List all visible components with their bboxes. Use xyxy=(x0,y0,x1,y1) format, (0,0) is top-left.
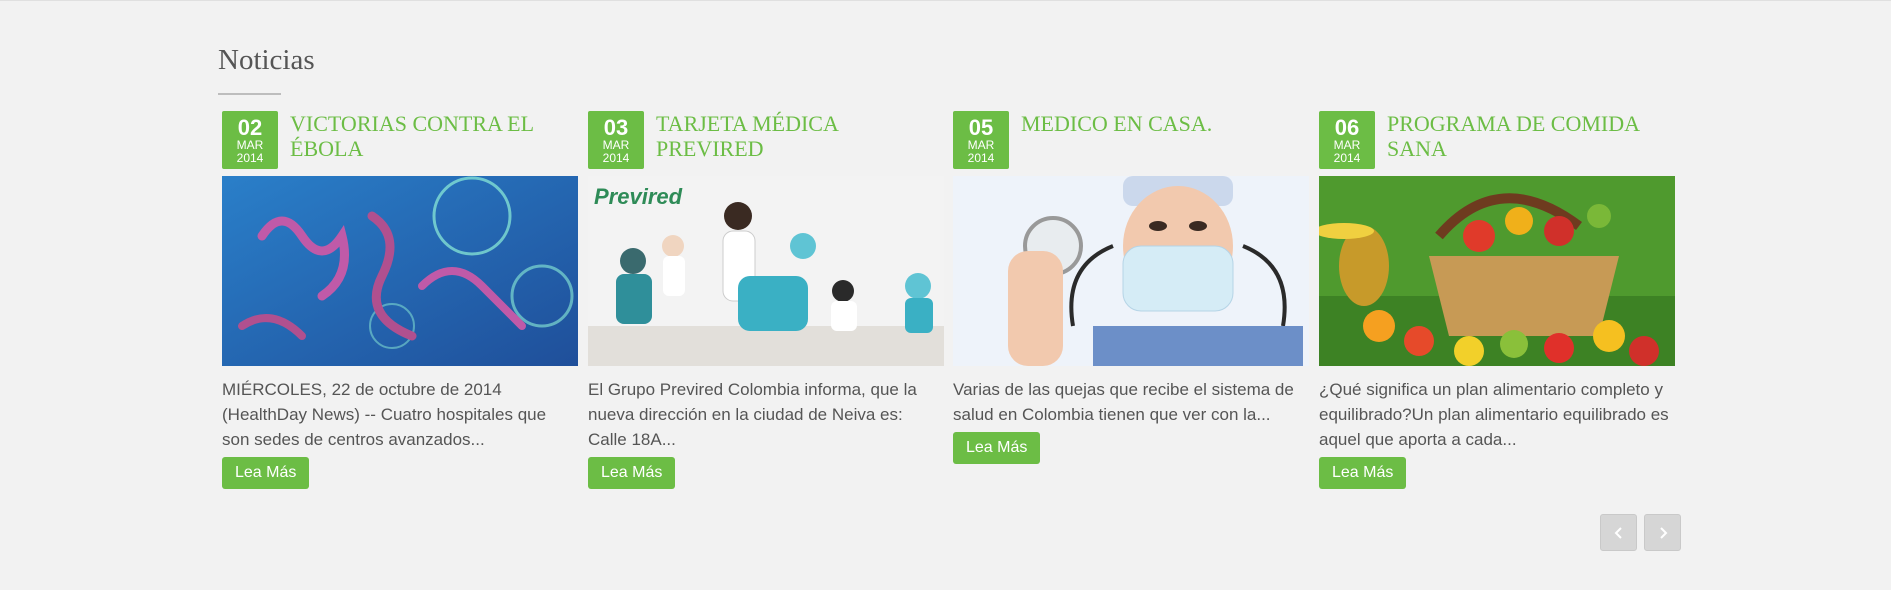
date-day: 05 xyxy=(968,115,994,140)
date-year: 2014 xyxy=(1333,151,1361,165)
date-month: MAR xyxy=(967,138,995,152)
news-excerpt: Varias de las quejas que recibe el siste… xyxy=(953,380,1294,424)
doctor-with-children-image[interactable]: Previred xyxy=(588,176,944,366)
read-more-button[interactable]: Lea Más xyxy=(953,432,1041,464)
news-title[interactable]: PROGRAMA DE COMIDA SANA xyxy=(1387,111,1675,161)
chevron-left-icon xyxy=(1614,526,1622,539)
read-more-button[interactable]: Lea Más xyxy=(588,457,676,489)
date-year: 2014 xyxy=(602,151,630,165)
carousel-next-button[interactable] xyxy=(1644,514,1681,551)
date-year: 2014 xyxy=(236,151,264,165)
section-title: Noticias xyxy=(218,44,315,76)
date-day: 03 xyxy=(603,115,629,140)
date-month: MAR xyxy=(1333,138,1361,152)
carousel-prev-button[interactable] xyxy=(1600,514,1637,551)
news-title[interactable]: TARJETA MÉDICA PREVIRED xyxy=(656,111,944,161)
news-title[interactable]: VICTORIAS CONTRA EL ÉBOLA xyxy=(290,111,578,161)
read-more-button[interactable]: Lea Más xyxy=(222,457,310,489)
date-badge: 05 MAR 2014 xyxy=(953,111,1009,169)
news-card: 06 MAR 2014 PROGRAMA DE COMIDA SANA ¿Qué… xyxy=(1319,111,1675,501)
news-excerpt: MIÉRCOLES, 22 de octubre de 2014 (Health… xyxy=(222,380,547,449)
top-divider xyxy=(0,0,1891,1)
date-badge: 03 MAR 2014 xyxy=(588,111,644,169)
date-day: 02 xyxy=(237,115,263,140)
news-card: 05 MAR 2014 MEDICO EN CASA. Varias de la… xyxy=(953,111,1309,501)
previred-logo: Previred xyxy=(594,184,683,209)
date-month: MAR xyxy=(236,138,264,152)
date-day: 06 xyxy=(1334,115,1360,140)
news-card: 02 MAR 2014 VICTORIAS CONTRA EL ÉBOLA MI… xyxy=(222,111,578,501)
date-badge: 06 MAR 2014 xyxy=(1319,111,1375,169)
fruit-basket-image[interactable] xyxy=(1319,176,1675,366)
news-excerpt: ¿Qué significa un plan alimentario compl… xyxy=(1319,380,1669,449)
date-year: 2014 xyxy=(967,151,995,165)
chevron-right-icon xyxy=(1659,526,1667,539)
news-card: 03 MAR 2014 TARJETA MÉDICA PREVIRED Prev… xyxy=(588,111,944,501)
news-title[interactable]: MEDICO EN CASA. xyxy=(1021,111,1309,136)
ebola-virus-image[interactable] xyxy=(222,176,578,366)
date-month: MAR xyxy=(602,138,630,152)
title-underline xyxy=(218,93,281,95)
date-badge: 02 MAR 2014 xyxy=(222,111,278,169)
read-more-button[interactable]: Lea Más xyxy=(1319,457,1407,489)
news-excerpt: El Grupo Previred Colombia informa, que … xyxy=(588,380,917,449)
doctor-stethoscope-image[interactable] xyxy=(953,176,1309,366)
